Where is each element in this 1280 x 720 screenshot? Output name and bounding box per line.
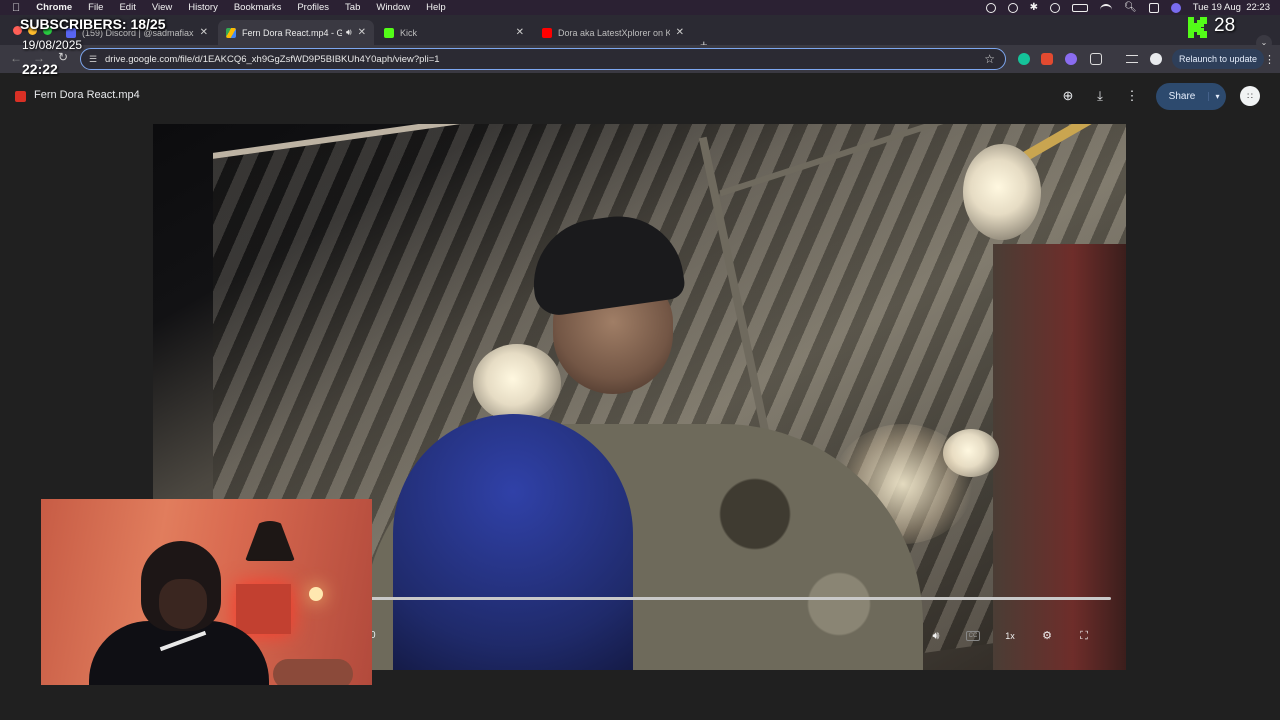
menu-history[interactable]: History [188, 2, 218, 13]
share-dropdown-icon[interactable]: ▾ [1208, 92, 1226, 101]
webcam-person-face [159, 579, 207, 629]
video-wall-right [993, 244, 1126, 670]
close-tab-icon[interactable]: ✕ [358, 27, 366, 38]
spotlight-icon[interactable]: 🔍︎ [1124, 2, 1137, 13]
tab-kick[interactable]: Kick ✕ [376, 20, 532, 45]
volume-icon[interactable]: 🔊︎ [928, 627, 944, 645]
audio-playing-icon[interactable]: 🔊︎ [346, 27, 352, 38]
apple-icon[interactable]:  [12, 2, 20, 14]
time-overlay: 22:22 [22, 61, 58, 77]
address-bar-url[interactable]: drive.google.com/file/d/1EAKCQ6_xh9GgZsf… [105, 54, 440, 65]
tab-title: Fern Dora React.mp4 - Go [242, 27, 342, 38]
menu-profiles[interactable]: Profiles [297, 2, 329, 13]
bookmark-star-icon[interactable]: ☆ [984, 52, 995, 66]
video-lamp [963, 144, 1041, 240]
google-drive-favicon-icon [226, 27, 236, 38]
streamer-webcam [41, 499, 372, 685]
playback-speed-button[interactable]: 1x [1000, 627, 1020, 645]
youtube-favicon-icon [542, 27, 552, 38]
kick-logo-icon [1188, 17, 1207, 38]
close-tab-icon[interactable]: ✕ [676, 27, 684, 38]
play-status-icon[interactable] [1050, 2, 1060, 13]
battery-icon[interactable] [1072, 3, 1088, 12]
siri-icon[interactable] [1170, 2, 1181, 13]
settings-gear-icon[interactable]: ⚙ [1039, 627, 1055, 645]
chrome-menu-icon[interactable]: ⋮ [1264, 53, 1275, 66]
bluetooth-icon[interactable]: ✱ [1030, 2, 1038, 13]
video-file-icon [15, 91, 26, 102]
grammarly-extension-icon[interactable] [1018, 53, 1030, 65]
webcam-person-hand [273, 659, 353, 685]
reload-icon[interactable]: ↻ [58, 50, 68, 64]
date-overlay: 19/08/2025 [22, 38, 83, 52]
menu-tab[interactable]: Tab [345, 2, 360, 13]
tab-drive-video[interactable]: Fern Dora React.mp4 - Go 🔊︎ ✕ [218, 20, 374, 45]
reading-list-icon[interactable] [1126, 55, 1138, 63]
control-center-icon[interactable] [1148, 2, 1159, 13]
relaunch-label: Relaunch to update [1178, 54, 1258, 64]
video-person-shirt [393, 414, 633, 670]
webcam-lamp-bulb [309, 587, 323, 601]
close-tab-icon[interactable]: ✕ [200, 27, 208, 38]
share-label: Share [1168, 91, 1196, 102]
address-bar[interactable]: ☰ drive.google.com/file/d/1EAKCQ6_xh9GgZ… [80, 48, 1006, 70]
kick-favicon-icon [384, 27, 394, 38]
menubar-datetime[interactable]: Tue 19 Aug 22:23 [1193, 2, 1270, 13]
tab-youtube[interactable]: Dora aka LatestXplorer on Ki ✕ [534, 20, 692, 45]
share-button[interactable]: Share ▾ [1156, 83, 1226, 110]
menu-bookmarks[interactable]: Bookmarks [234, 2, 282, 13]
close-tab-icon[interactable]: ✕ [516, 27, 524, 38]
macos-menubar:  Chrome File Edit View History Bookmark… [0, 0, 1280, 15]
relaunch-to-update-button[interactable]: Relaunch to update [1172, 49, 1264, 69]
tab-title: Dora aka LatestXplorer on Ki [558, 27, 670, 38]
captions-button[interactable]: CC [966, 631, 980, 641]
add-to-drive-icon[interactable]: ⊕ [1059, 87, 1077, 105]
file-title: Fern Dora React.mp4 [34, 89, 140, 101]
kick-viewer-count: 28 [1214, 15, 1236, 36]
fullscreen-icon[interactable]: ⛶ [1076, 627, 1092, 645]
tab-title: Kick [400, 27, 418, 38]
subscriber-goal-overlay: SUBSCRIBERS: 18/25 [20, 16, 166, 32]
tab-strip: (159) Discord | @sadmafiax ✕ Fern Dora R… [0, 15, 1280, 52]
extensions-puzzle-icon[interactable] [1090, 53, 1102, 65]
webcam-window [236, 584, 291, 634]
browser-toolbar: ← → ↻ ☰ drive.google.com/file/d/1EAKCQ6_… [0, 45, 1280, 73]
download-icon[interactable]: ⤓ [1091, 87, 1109, 105]
video-progress-bar[interactable] [370, 597, 1111, 600]
video-lamp [473, 344, 561, 422]
menu-edit[interactable]: Edit [119, 2, 135, 13]
back-arrow-icon[interactable]: ← [10, 51, 22, 65]
webcam-lamp [245, 521, 295, 561]
menu-app-chrome[interactable]: Chrome [36, 2, 72, 13]
menu-help[interactable]: Help [426, 2, 446, 13]
profile-avatar[interactable] [1150, 53, 1162, 65]
purple-extension-icon[interactable] [1065, 53, 1077, 65]
google-apps-icon[interactable]: ∷ [1240, 86, 1260, 106]
site-info-icon[interactable]: ☰ [89, 54, 103, 65]
menu-file[interactable]: File [88, 2, 103, 13]
menu-window[interactable]: Window [376, 2, 410, 13]
status-app2-icon[interactable] [1007, 2, 1018, 13]
wifi-icon[interactable] [1100, 3, 1112, 12]
more-actions-icon[interactable]: ⋮ [1123, 87, 1141, 105]
screen:  Chrome File Edit View History Bookmark… [0, 0, 1280, 720]
maple-extension-icon[interactable] [1041, 53, 1053, 65]
menu-view[interactable]: View [152, 2, 172, 13]
status-app-icon[interactable] [985, 2, 996, 13]
